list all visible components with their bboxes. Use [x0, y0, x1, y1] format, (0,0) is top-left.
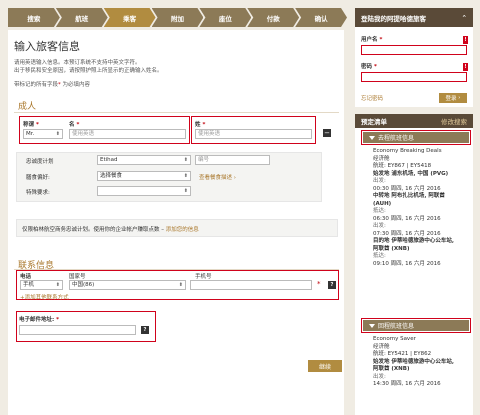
flight-detail-line: 阿联酋 (XNB): [373, 366, 410, 372]
chevron-down-icon: ⬍: [183, 156, 188, 163]
meal-description-link[interactable]: 查看餐食描述 ›: [199, 173, 236, 181]
flight-detail-line: 航班: EY867 | EY5418: [373, 163, 432, 169]
phone-label: 电话: [20, 274, 32, 280]
step-3[interactable]: 附加: [152, 8, 204, 27]
outbound-header[interactable]: 去程航班信息: [363, 132, 469, 143]
adult-section-title: 成人: [18, 102, 37, 112]
return-header[interactable]: 回程航班信息: [363, 320, 469, 331]
step-4[interactable]: 座位: [199, 8, 251, 27]
mobile-input[interactable]: [190, 280, 312, 290]
outbound-details: Economy Breaking Deals 经济舱 航班: EY867 | EY5…: [373, 148, 471, 268]
step-6[interactable]: 确认: [295, 8, 347, 27]
forgot-password-link[interactable]: 忘记密码: [361, 94, 383, 102]
title-select[interactable]: Mr. ⬍: [23, 129, 63, 139]
country-code-label: 国家号: [69, 274, 86, 280]
special-request-label: 特殊要求:: [26, 190, 50, 196]
flight-detail-line: Economy Breaking Deals: [373, 148, 442, 154]
error-icon: !: [463, 63, 468, 71]
flight-detail-line: 始发地 伊蒂哈德旅游中心公车站,: [373, 358, 455, 365]
required-star: *: [317, 280, 321, 288]
flight-detail-line: 抵达:: [373, 208, 386, 214]
lastname-input[interactable]: 使用英语: [195, 129, 312, 139]
progress-steps: 搜索 航班 乘客 附加 座位 付款 确认: [8, 8, 343, 27]
chevron-down-icon: ⬍: [183, 187, 188, 194]
corporate-text: 仅限柏林航空商务忠诚计划。使用你的企业帐户赚取点数 – 添加您的信息: [22, 227, 199, 233]
caret-down-icon: [369, 323, 375, 328]
phone-type-select[interactable]: 手机 ⬍: [20, 280, 63, 290]
flight-detail-line: 航班: EY5421 | EY862: [373, 351, 432, 357]
firstname-input[interactable]: 使用英语: [69, 129, 186, 139]
step-2[interactable]: 乘客: [104, 8, 156, 27]
add-contact-link[interactable]: +添加其他联系方式: [20, 293, 69, 301]
firstname-label: 名 *: [69, 122, 80, 128]
flight-detail-line: 目的地 伊蒂哈德旅游中心公车站,: [373, 238, 455, 244]
flight-detail-line: 06:30 周四, 16 六月 2016: [373, 215, 441, 222]
flight-detail-line: Economy Saver: [373, 336, 416, 342]
mobile-label: 手机号: [195, 274, 212, 280]
flight-detail-line: (AUH): [373, 200, 392, 207]
remove-passenger-button[interactable]: −: [323, 129, 331, 137]
required-note: 带标记的所有字段* 为必填内容: [14, 82, 91, 88]
login-button[interactable]: 登录 ›: [439, 93, 467, 103]
password-input[interactable]: [361, 72, 467, 82]
email-input[interactable]: [19, 325, 136, 335]
add-info-link[interactable]: 添加您的信息: [166, 227, 199, 233]
flight-detail-line: 始发地 浦东机场, 中国 (PVG): [373, 170, 449, 177]
help-icon[interactable]: ?: [328, 281, 336, 289]
page-title: 输入旅客信息: [14, 40, 80, 53]
divider: [14, 112, 339, 113]
meal-select[interactable]: 选择餐食 ⬍: [97, 171, 191, 181]
help-icon[interactable]: ?: [141, 326, 149, 334]
flight-detail-line: 出发:: [373, 178, 386, 184]
flight-detail-line: 00:30 周四, 16 六月 2016: [373, 185, 441, 192]
title-label: 称谓 *: [23, 122, 39, 128]
modify-search-link[interactable]: 修改搜索: [441, 116, 467, 126]
loyalty-label: 忠诚度计划: [26, 159, 54, 165]
username-label: 用户名 *: [361, 37, 383, 43]
country-code-select[interactable]: 中国(86) ⬍: [69, 280, 186, 290]
chevron-down-icon: ⬍: [183, 172, 188, 179]
flight-detail-line: 阿联酋 (XNB): [373, 245, 410, 252]
username-input[interactable]: [361, 45, 467, 55]
flight-detail-line: 出发:: [373, 373, 386, 380]
chevron-down-icon: ⬍: [178, 281, 183, 288]
chevron-up-icon[interactable]: ⌃: [462, 14, 467, 22]
flight-detail-line: 中转地 阿布扎比机场, 阿联酋: [373, 193, 445, 199]
flight-detail-line: 经济舱: [373, 155, 390, 162]
flight-detail-line: 抵达:: [373, 253, 386, 259]
error-icon: !: [463, 36, 468, 44]
flight-detail-line: 09:10 周四, 16 六月 2016: [373, 260, 441, 267]
flight-detail-line: 14:30 周四, 16 六月 2016: [373, 381, 441, 387]
password-label: 密码 *: [361, 64, 377, 70]
continue-button[interactable]: 继续: [308, 360, 342, 372]
step-0[interactable]: 搜索: [8, 8, 60, 27]
login-header: 登陆我的阿提哈德旅客 ⌃: [355, 8, 473, 27]
loyalty-number-input[interactable]: 编号: [195, 155, 270, 165]
chevron-down-icon: ⬍: [55, 130, 60, 137]
step-5[interactable]: 付款: [247, 8, 299, 27]
intro-text: 请用英语输入信息。本预订系统不支持中英文字符。 出于移民和安全原因，请按照护照上…: [14, 60, 163, 74]
loyalty-select[interactable]: Etihad ⬍: [97, 155, 191, 165]
flight-detail-line: 经济舱: [373, 343, 390, 350]
chevron-down-icon: ⬍: [55, 281, 60, 288]
return-details: Economy Saver 经济舱 航班: EY5421 | EY862 始发地 伊蒂…: [373, 336, 471, 389]
flight-detail-line: 07:30 周四, 16 六月 2016: [373, 230, 441, 237]
booking-header: 预定清单 修改搜索: [355, 114, 473, 128]
flight-detail-line: 出发:: [373, 223, 386, 229]
special-request-select[interactable]: ⬍: [97, 186, 191, 196]
step-1[interactable]: 航班: [56, 8, 108, 27]
lastname-label: 姓 *: [195, 122, 206, 128]
caret-down-icon: [369, 135, 375, 140]
meal-label: 膳食偏好:: [26, 175, 50, 181]
email-label: 电子邮件地址: *: [19, 317, 60, 323]
